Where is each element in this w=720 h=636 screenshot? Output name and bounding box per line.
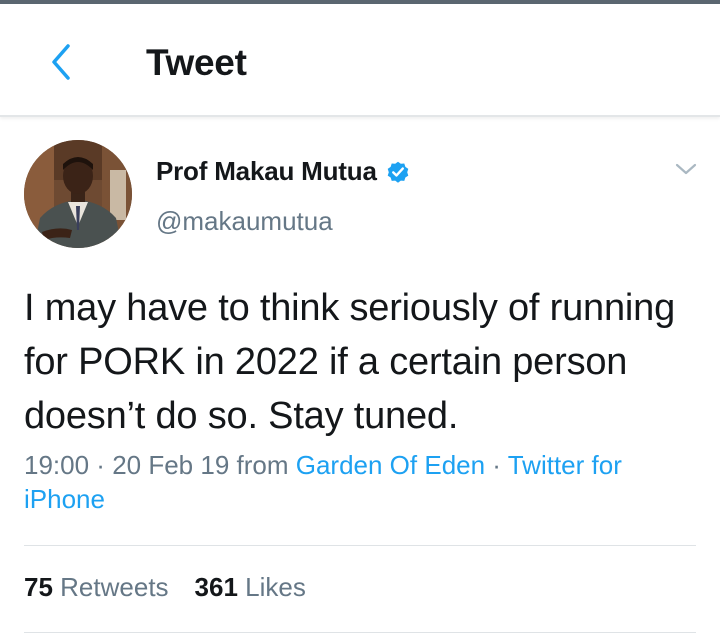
- avatar-photo: [24, 140, 132, 248]
- avatar[interactable]: [24, 140, 132, 248]
- likes-stat[interactable]: 361 Likes: [195, 572, 306, 603]
- divider: [24, 545, 696, 546]
- retweets-stat[interactable]: 75 Retweets: [24, 572, 169, 603]
- back-chevron-icon: [52, 44, 70, 80]
- divider: [24, 632, 696, 633]
- chevron-down-icon: [675, 163, 697, 175]
- retweets-count: 75: [24, 572, 53, 602]
- tweet-stats: 75 Retweets 361 Likes: [24, 572, 332, 603]
- tweet-date: 20 Feb 19: [112, 450, 230, 480]
- tweet-location-link[interactable]: Garden Of Eden: [296, 450, 485, 480]
- retweets-label: Retweets: [60, 572, 169, 602]
- back-button[interactable]: [38, 38, 84, 86]
- tweet-meta: 19:00 · 20 Feb 19 from Garden Of Eden · …: [24, 448, 694, 516]
- verified-badge-icon: [387, 161, 409, 183]
- tweet-menu-button[interactable]: [672, 158, 700, 180]
- tweet-time: 19:00: [24, 450, 90, 480]
- meta-separator: ·: [485, 450, 508, 480]
- page-title: Tweet: [146, 42, 247, 83]
- from-label: from: [229, 450, 296, 480]
- tweet-text: I may have to think seriously of running…: [24, 287, 676, 437]
- meta-separator: ·: [89, 450, 113, 480]
- author-handle[interactable]: @makaumutua: [156, 206, 333, 237]
- likes-label: Likes: [245, 572, 306, 602]
- author-display-name[interactable]: Prof Makau Mutua: [156, 156, 377, 187]
- likes-count: 361: [194, 572, 238, 602]
- top-app-bar: Tweet: [0, 4, 720, 117]
- author-name-row[interactable]: Prof Makau Mutua: [156, 156, 411, 187]
